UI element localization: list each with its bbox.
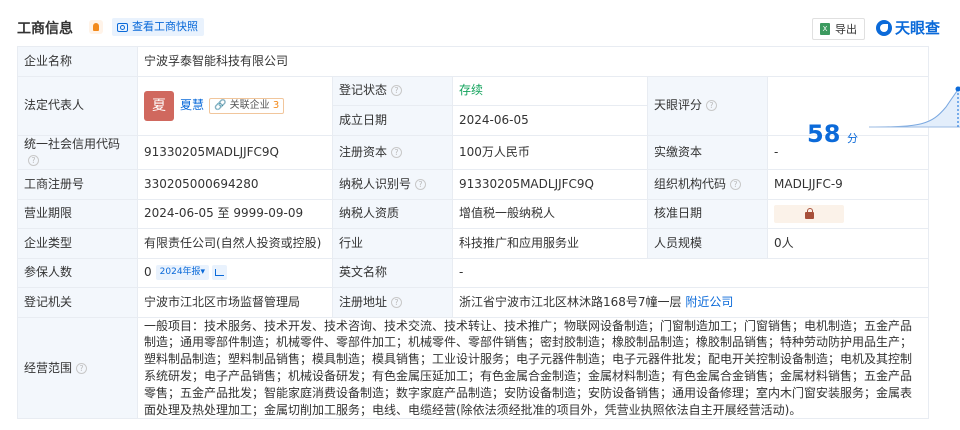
score-value: 58 — [807, 119, 841, 148]
legal-rep-label: 法定代表人 — [17, 75, 138, 136]
score-label-cell: 天眼评分? — [647, 75, 768, 136]
reg-capital-value: 100万人民币 — [452, 134, 648, 171]
export-label: 导出 — [835, 23, 857, 36]
related-count: 3 — [272, 99, 280, 111]
established-value: 2024-06-05 — [452, 105, 648, 136]
taxpayer-qual-value: 增值税一般纳税人 — [452, 198, 648, 230]
view-snapshot-label: 查看工商快照 — [132, 20, 198, 33]
link-icon: 🔗 — [214, 99, 227, 111]
help-icon[interactable]: ? — [706, 100, 718, 112]
bell-icon[interactable] — [89, 20, 103, 34]
taxpayer-id-label: 纳税人识别号 — [339, 176, 412, 191]
term-label: 营业期限 — [17, 198, 138, 230]
related-companies-tag[interactable]: 🔗 关联企业 3 — [209, 97, 285, 114]
address-cell: 浙江省宁波市江北区林沐路168号7幢一层 附近公司 — [451, 287, 930, 318]
score-label: 天眼评分 — [654, 98, 703, 113]
approval-date-cell — [766, 198, 930, 230]
org-code-label-cell: 组织机构代码? — [647, 169, 768, 200]
address-label-cell: 注册地址? — [332, 287, 453, 318]
help-icon[interactable]: ? — [730, 178, 742, 190]
section-title: 工商信息 — [17, 21, 73, 37]
authority-label: 登记机关 — [17, 287, 138, 318]
reg-capital-label: 注册资本 — [339, 144, 388, 159]
taxpayer-qual-label: 纳税人资质 — [332, 198, 453, 230]
legal-rep-name-link[interactable]: 夏慧 — [180, 98, 204, 112]
table-row: 统一社会信用代码? 91330205MADLJJFC9Q 注册资本? 100万人… — [17, 134, 930, 171]
view-snapshot-button[interactable]: 查看工商快照 — [112, 18, 204, 36]
taxpayer-id-label-cell: 纳税人识别号? — [332, 169, 453, 200]
business-info-table: 企业名称 宁波孚泰智能科技有限公司 法定代表人 夏夏慧 🔗 关联企业 3 登记状态… — [17, 46, 960, 420]
brand-logo[interactable]: 天眼查 — [875, 17, 940, 38]
scope-value: 一般项目：技术服务、技术开发、技术咨询、技术交流、技术转让、技术推广；物联网设备… — [136, 316, 930, 420]
biz-reg-no-label: 工商注册号 — [17, 169, 138, 200]
staff-size-value: 0人 — [766, 228, 930, 259]
industry-label: 行业 — [332, 228, 453, 259]
insured-value: 0 — [144, 265, 152, 280]
table-row: 企业名称 宁波孚泰智能科技有限公司 — [17, 46, 930, 77]
camera-icon — [117, 22, 128, 32]
lock-icon — [805, 207, 814, 219]
industry-value: 科技推广和应用服务业 — [452, 228, 648, 259]
table-row: 法定代表人 夏夏慧 🔗 关联企业 3 登记状态? 存续 天眼评分? 58 分 — [17, 75, 960, 148]
annual-report-tag[interactable]: 2024年报▾ — [155, 265, 210, 281]
help-icon[interactable]: ? — [391, 296, 403, 308]
excel-icon: X — [820, 23, 830, 35]
reg-capital-label-cell: 注册资本? — [332, 134, 453, 171]
taxpayer-id-value: 91330205MADLJJFC9Q — [452, 169, 648, 200]
score-unit: 分 — [847, 131, 858, 145]
credit-code-label: 统一社会信用代码 — [24, 136, 121, 151]
org-code-value: MADLJJFC-9 — [766, 169, 930, 200]
help-icon[interactable]: ? — [76, 362, 88, 374]
tianyancha-logo-icon — [875, 19, 892, 36]
address-value: 浙江省宁波市江北区林沐路168号7幢一层 — [459, 294, 682, 309]
biz-reg-no-value: 330205000694280 — [137, 169, 333, 200]
avatar[interactable]: 夏 — [144, 90, 174, 121]
trend-chart-icon[interactable] — [212, 265, 228, 281]
english-name-value: - — [451, 257, 930, 289]
reg-status-label-cell: 登记状态? — [332, 75, 453, 106]
help-icon[interactable]: ? — [415, 178, 427, 190]
insured-cell: 0 2024年报▾ — [137, 257, 333, 289]
company-name-value: 宁波孚泰智能科技有限公司 — [136, 46, 930, 77]
scope-label-cell: 经营范围? — [17, 316, 138, 420]
export-button[interactable]: X 导出 — [812, 18, 865, 40]
reg-status-value: 存续 — [452, 75, 648, 106]
approval-date-label: 核准日期 — [647, 198, 768, 230]
english-name-label: 英文名称 — [332, 257, 453, 289]
insured-label: 参保人数 — [17, 257, 138, 289]
company-type-value: 有限责任公司(自然人投资或控股) — [137, 228, 333, 259]
nearby-companies-link[interactable]: 附近公司 — [685, 295, 733, 309]
table-row: 企业类型 有限责任公司(自然人投资或控股) 行业 科技推广和应用服务业 人员规模… — [17, 228, 930, 259]
company-type-label: 企业类型 — [17, 228, 138, 259]
table-row: 登记机关 宁波市江北区市场监督管理局 注册地址? 浙江省宁波市江北区林沐路168… — [17, 287, 930, 318]
annual-report-label: 2024年报 — [159, 267, 201, 278]
credit-code-label-cell: 统一社会信用代码? — [17, 134, 138, 171]
related-label: 关联企业 — [229, 99, 270, 111]
company-name-label: 企业名称 — [17, 46, 138, 77]
established-label: 成立日期 — [332, 105, 453, 136]
section-header: 工商信息 查看工商快照 X 导出 天眼查 — [17, 12, 940, 42]
table-row: 营业期限 2024-06-05 至 9999-09-09 纳税人资质 增值税一般… — [17, 198, 930, 230]
credit-code-value: 91330205MADLJJFC9Q — [137, 134, 333, 171]
address-label: 注册地址 — [339, 294, 388, 309]
help-icon[interactable]: ? — [28, 155, 39, 167]
help-icon[interactable]: ? — [391, 146, 403, 158]
score-distribution-chart — [868, 85, 960, 127]
table-row: 经营范围? 一般项目：技术服务、技术开发、技术咨询、技术交流、技术转让、技术推广… — [17, 316, 930, 420]
org-code-label: 组织机构代码 — [654, 176, 727, 191]
staff-size-label: 人员规模 — [647, 228, 768, 259]
brand-name: 天眼查 — [894, 19, 940, 37]
score-cell[interactable]: 58 分 — [766, 75, 960, 148]
paid-capital-label: 实缴资本 — [647, 134, 768, 171]
table-row: 工商注册号 330205000694280 纳税人识别号? 91330205MA… — [17, 169, 930, 200]
scope-label: 经营范围 — [24, 360, 73, 375]
authority-value: 宁波市江北区市场监督管理局 — [137, 287, 333, 318]
legal-rep-cell: 夏夏慧 🔗 关联企业 3 — [137, 75, 333, 136]
help-icon[interactable]: ? — [391, 85, 403, 97]
table-row: 参保人数 0 2024年报▾ 英文名称 - — [17, 257, 930, 289]
reg-status-label: 登记状态 — [339, 83, 388, 98]
vip-lock-button[interactable] — [774, 204, 844, 223]
term-value: 2024-06-05 至 9999-09-09 — [137, 198, 333, 230]
